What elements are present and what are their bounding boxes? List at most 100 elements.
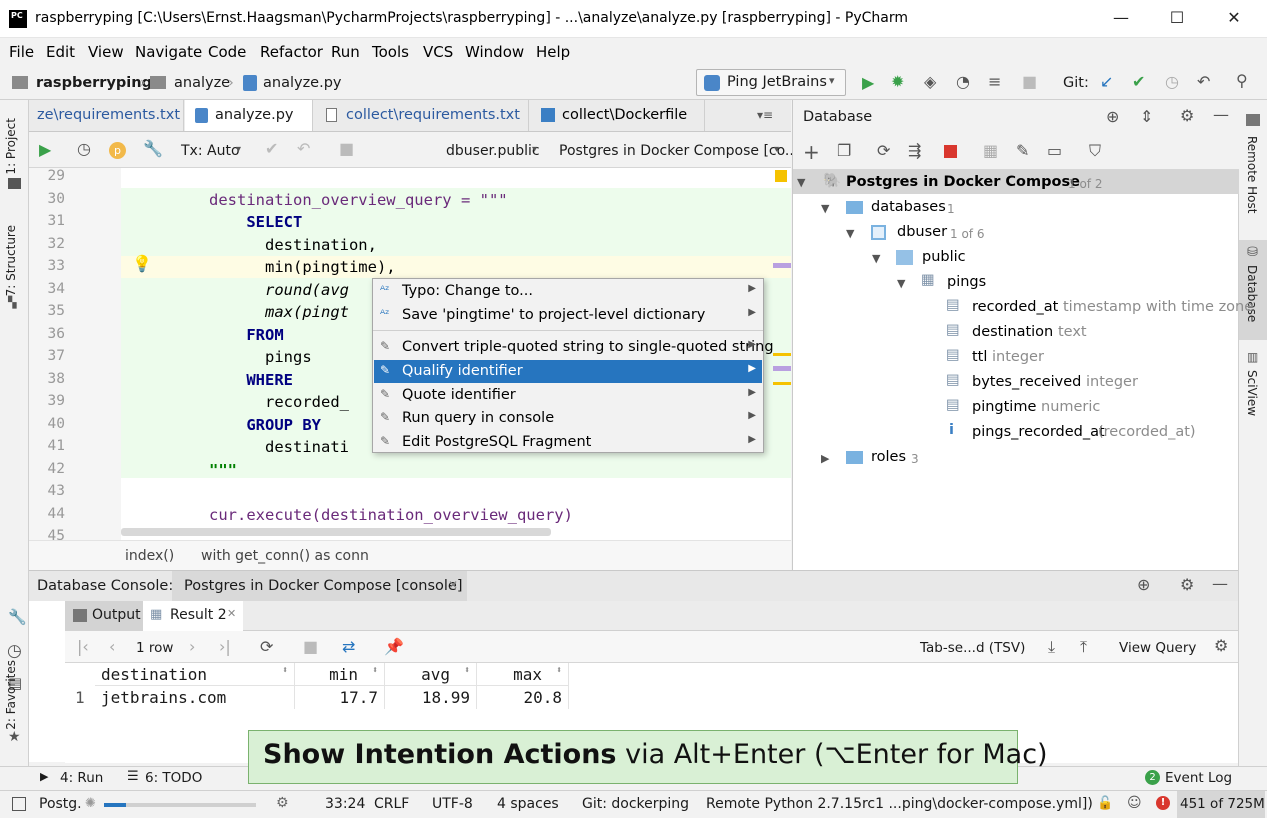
filter-icon[interactable]: ⛉ xyxy=(1089,141,1101,161)
col-header-avg[interactable]: avg ⬍ xyxy=(385,663,477,686)
git-commit-icon[interactable]: ✔ xyxy=(1132,72,1145,91)
expand-icon[interactable]: ▼ xyxy=(872,252,880,265)
subtab-result[interactable]: ▦ Result 2 ✕ xyxy=(143,601,243,631)
minimize-panel-icon[interactable]: — xyxy=(1212,574,1228,593)
tab-run[interactable]: 4: Run xyxy=(60,770,103,786)
tab-structure[interactable]: 7: Structure xyxy=(4,225,18,296)
caret-position[interactable]: 33:24 xyxy=(325,796,365,812)
transpose-icon[interactable]: ⇄ xyxy=(342,637,355,656)
col-header-min[interactable]: min ⬍ xyxy=(295,663,385,686)
execute-icon[interactable]: ▶ xyxy=(39,140,51,159)
lightbulb-icon[interactable]: 💡 xyxy=(132,254,152,273)
close-tab-icon[interactable]: ✕ xyxy=(448,578,458,592)
tab-sciview[interactable]: SciView xyxy=(1245,370,1259,416)
menu-vcs[interactable]: VCS xyxy=(423,43,453,61)
background-task[interactable]: Postg. xyxy=(39,796,82,812)
popup-item-quote-identifier[interactable]: ✎ Quote identifier ▶ xyxy=(374,384,762,407)
tab-remote-host[interactable]: Remote Host xyxy=(1245,136,1259,213)
upload-icon[interactable]: ⤒ xyxy=(1080,637,1087,657)
tree-column[interactable]: recorded_at xyxy=(972,299,1058,315)
col-header-max[interactable]: max ⬍ xyxy=(477,663,569,686)
target-icon[interactable]: ⊕ xyxy=(1137,575,1150,594)
error-icon[interactable]: ! xyxy=(1156,796,1170,810)
subtab-output[interactable]: Output xyxy=(65,601,143,631)
menu-navigate[interactable]: Navigate xyxy=(135,43,202,61)
file-encoding[interactable]: UTF-8 xyxy=(432,796,473,812)
cell-min[interactable]: 17.7 xyxy=(295,686,385,709)
run-icon[interactable]: ▶ xyxy=(862,73,874,92)
line-separator[interactable]: CRLF xyxy=(374,796,409,812)
download-icon[interactable]: ⤓ xyxy=(1048,637,1055,657)
tree-roles[interactable]: roles xyxy=(871,449,906,465)
minimize-panel-icon[interactable]: — xyxy=(1213,105,1229,124)
concurrency-icon[interactable]: ≡ xyxy=(988,72,1001,91)
git-branch[interactable]: Git: dockerping xyxy=(582,796,689,812)
rollback-icon[interactable]: ↶ xyxy=(297,139,310,158)
menu-edit[interactable]: Edit xyxy=(46,43,75,61)
search-icon[interactable]: ⚲ xyxy=(1236,71,1248,90)
pin-icon[interactable]: p xyxy=(109,142,126,159)
rollback-icon[interactable]: ↶ xyxy=(1197,72,1210,91)
expand-icon[interactable]: ▼ xyxy=(897,277,905,290)
settings-wrench-icon[interactable]: 🔧 xyxy=(143,139,163,158)
target-icon[interactable]: ⊕ xyxy=(1106,107,1119,126)
cell-avg[interactable]: 18.99 xyxy=(385,686,477,709)
tab-dockerfile[interactable]: collect\Dockerfile xyxy=(530,100,705,131)
debug-icon[interactable]: ✹ xyxy=(891,72,904,91)
tree-column[interactable]: destination xyxy=(972,324,1053,340)
transaction-mode[interactable]: Tx: Auto xyxy=(181,143,240,159)
popup-item-edit-fragment[interactable]: ✎ Edit PostgreSQL Fragment ▶ xyxy=(374,431,762,454)
col-header-destination[interactable]: destination ⬍ xyxy=(95,663,295,686)
warning-marker[interactable] xyxy=(775,170,787,182)
history-icon[interactable]: ◷ xyxy=(7,641,22,661)
profile-icon[interactable]: ◔ xyxy=(956,72,970,91)
tree-column[interactable]: ttl xyxy=(972,349,987,365)
maximize-icon[interactable]: ☐ xyxy=(1165,8,1189,30)
stop-icon[interactable]: ■ xyxy=(303,637,318,656)
tab-project[interactable]: 1: Project xyxy=(4,118,18,175)
tab-requirements-2[interactable]: collect\requirements.txt xyxy=(314,100,529,131)
menu-view[interactable]: View xyxy=(88,43,124,61)
menu-help[interactable]: Help xyxy=(536,43,570,61)
menu-tools[interactable]: Tools xyxy=(372,43,409,61)
memory-indicator[interactable]: 451 of 725M xyxy=(1177,791,1265,818)
run-config-selector[interactable]: Ping JetBrains ▾ xyxy=(696,69,846,96)
datasource-selector[interactable]: Postgres in Docker Compose [co... xyxy=(559,143,798,159)
stop-icon[interactable]: ■ xyxy=(1022,72,1037,91)
cell-destination[interactable]: jetbrains.com xyxy=(95,686,295,709)
tab-requirements-1[interactable]: ze\requirements.txt xyxy=(29,100,184,131)
tree-databases[interactable]: databases xyxy=(871,199,946,215)
menu-run[interactable]: Run xyxy=(331,43,360,61)
tree-column[interactable]: bytes_received xyxy=(972,374,1081,390)
popup-item-run-console[interactable]: ✎ Run query in console ▶ xyxy=(374,407,762,430)
console-tab[interactable]: Postgres in Docker Compose [console] ✕ xyxy=(172,571,467,601)
tree-index[interactable]: pings_recorded_at xyxy=(972,424,1105,440)
tab-analyze[interactable]: analyze.py xyxy=(185,100,313,131)
indent-setting[interactable]: 4 spaces xyxy=(497,796,559,812)
menu-window[interactable]: Window xyxy=(465,43,524,61)
gear-icon[interactable]: ⚙ xyxy=(1180,106,1194,125)
pin-icon[interactable]: 📌 xyxy=(384,637,404,656)
table-icon[interactable]: ▦ xyxy=(983,141,998,160)
collapse-icon[interactable]: ⇕ xyxy=(1140,107,1153,126)
tree-dbuser[interactable]: dbuser xyxy=(897,224,947,240)
stop-icon[interactable]: ■ xyxy=(339,139,354,158)
breadcrumb-folder[interactable]: analyze xyxy=(174,75,230,91)
python-interpreter[interactable]: Remote Python 2.7.15rc1 ...ping\docker-c… xyxy=(706,796,1093,812)
tree-schema[interactable]: public xyxy=(922,249,966,265)
prev-page-icon[interactable]: ‹ xyxy=(109,637,115,656)
expand-icon[interactable]: ▶ xyxy=(821,452,829,465)
last-page-icon[interactable]: ›| xyxy=(219,637,231,656)
lock-icon[interactable]: 🔓 xyxy=(1097,796,1113,811)
minimize-icon[interactable]: — xyxy=(1109,8,1133,30)
menu-refactor[interactable]: Refactor xyxy=(260,43,323,61)
edit-icon[interactable]: ✎ xyxy=(1016,141,1029,160)
tree-datasource[interactable]: Postgres in Docker Compose xyxy=(846,174,1080,190)
close-icon[interactable]: ✕ xyxy=(1222,8,1246,30)
console-icon[interactable]: ▭ xyxy=(1047,141,1062,160)
commit-icon[interactable]: ✔ xyxy=(265,139,278,158)
popup-item-typo[interactable]: ᴬᶻ Typo: Change to... ▶ xyxy=(374,280,762,303)
history-icon[interactable]: ◷ xyxy=(1165,72,1179,91)
coverage-icon[interactable]: ◈ xyxy=(924,72,936,91)
stop-icon[interactable] xyxy=(944,145,957,158)
